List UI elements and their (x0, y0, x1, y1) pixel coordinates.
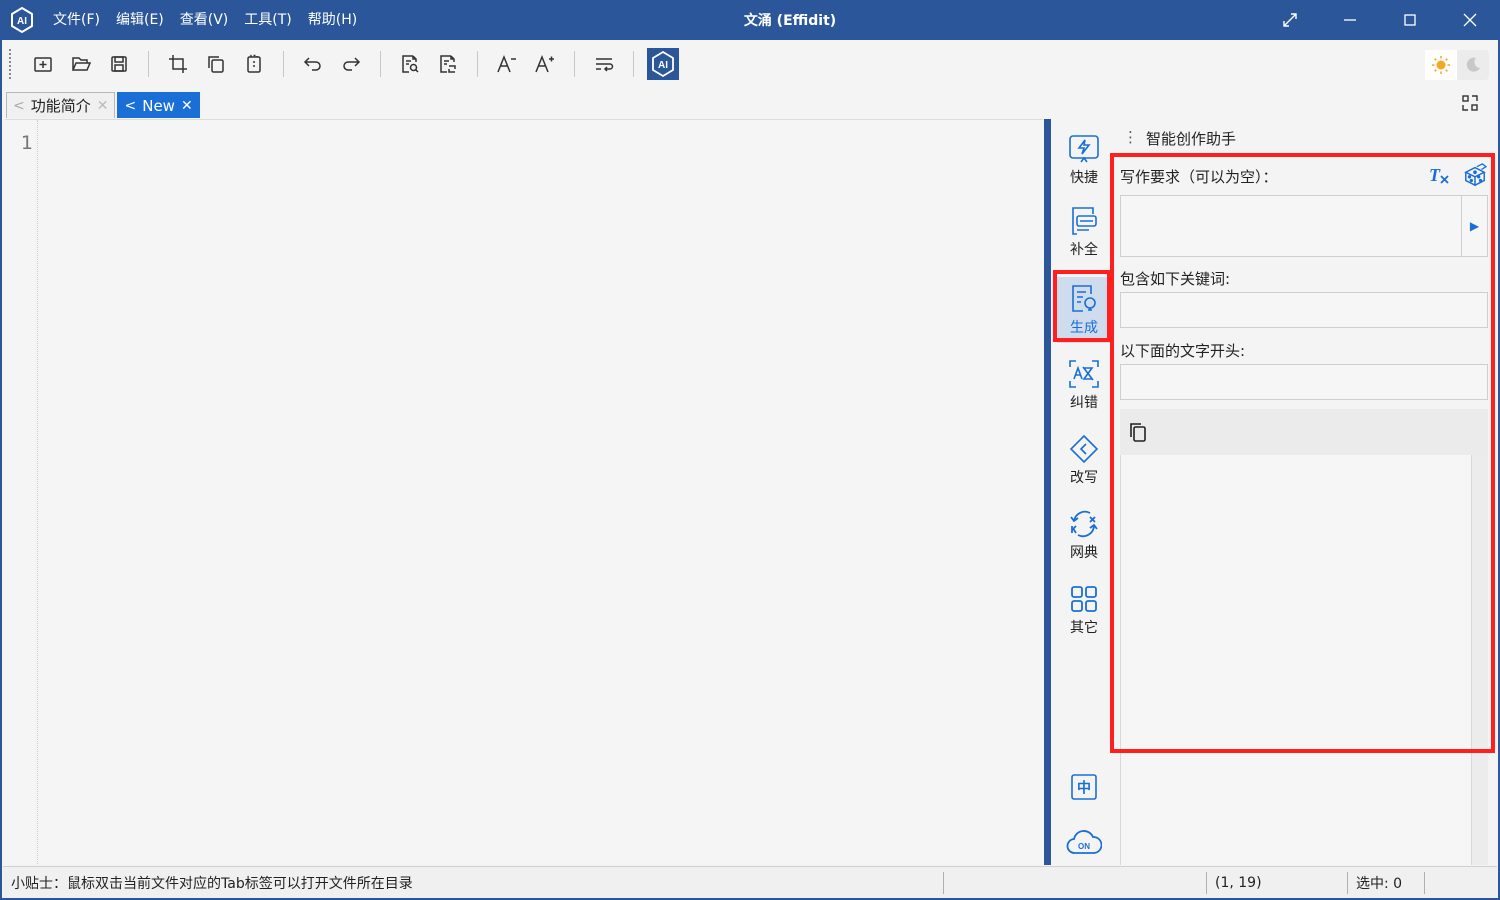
svg-text:AI: AI (658, 60, 668, 71)
nav-label: 改写 (1070, 469, 1098, 486)
feature-sidebar: 快捷 补全 生成 纠错 改写 网典 其它 中 ON (1053, 119, 1115, 865)
font-increase-icon[interactable] (526, 45, 564, 83)
nav-dictionary[interactable]: 网典 (1057, 502, 1111, 568)
theme-toggle[interactable] (1425, 50, 1489, 80)
toolbar-separator (283, 51, 284, 77)
window-controls (1260, 0, 1500, 40)
font-decrease-icon[interactable] (488, 45, 526, 83)
menu-edit[interactable]: 编辑(E) (108, 0, 172, 40)
paste-icon[interactable] (235, 45, 273, 83)
open-folder-icon[interactable] (62, 45, 100, 83)
highlight-box-nav (1053, 270, 1111, 342)
save-icon[interactable] (100, 45, 138, 83)
svg-text:ON: ON (1078, 842, 1090, 851)
app-logo-icon[interactable]: AI (7, 5, 37, 35)
ai-assistant-icon[interactable]: AI (644, 45, 682, 83)
toolbar-grip[interactable] (9, 49, 12, 79)
text-editor[interactable]: 1 (5, 119, 1043, 864)
nav-label: 补全 (1070, 241, 1098, 258)
nav-label: 其它 (1070, 619, 1098, 636)
panel-title-text: 智能创作助手 (1146, 130, 1237, 148)
new-file-icon[interactable] (24, 45, 62, 83)
tab-bar: < 功能简介 ✕ < New ✕ (3, 88, 1497, 118)
highlight-box-panel (1110, 153, 1495, 753)
language-toggle[interactable]: 中 (1057, 764, 1111, 810)
status-empty (944, 872, 1206, 894)
cloud-sync-icon[interactable]: ON (1057, 817, 1111, 867)
status-separator (1424, 871, 1425, 894)
cut-icon[interactable] (159, 45, 197, 83)
status-bar: 小贴士：鼠标双击当前文件对应的Tab标签可以打开文件所在目录 (1, 19) 选… (3, 866, 1497, 898)
replace-icon[interactable] (429, 45, 467, 83)
cursor-position: (1, 19) (1215, 874, 1262, 891)
layout-toggle-icon[interactable] (1459, 92, 1481, 114)
close-tab-icon[interactable]: ✕ (97, 98, 109, 114)
svg-text:AI: AI (17, 16, 27, 27)
title-bar: AI 文件(F) 编辑(E) 查看(V) 工具(T) 帮助(H) 文涌 (Eff… (0, 0, 1500, 40)
tab-intro[interactable]: < 功能简介 ✕ (6, 92, 116, 118)
toolbar: AI (3, 40, 1497, 88)
word-wrap-icon[interactable] (585, 45, 623, 83)
selection-count: 选中: 0 (1356, 875, 1403, 892)
moon-icon[interactable] (1457, 50, 1489, 80)
toolbar-separator (574, 51, 575, 77)
menu-file[interactable]: 文件(F) (45, 0, 108, 40)
tab-new[interactable]: < New ✕ (117, 92, 200, 118)
toolbar-separator (380, 51, 381, 77)
nav-label: 纠错 (1070, 394, 1098, 411)
svg-text:中: 中 (1077, 780, 1091, 797)
status-tip: 小贴士：鼠标双击当前文件对应的Tab标签可以打开文件所在目录 (11, 875, 413, 892)
toolbar-separator (477, 51, 478, 77)
nav-other[interactable]: 其它 (1057, 577, 1111, 643)
menu-bar: 文件(F) 编辑(E) 查看(V) 工具(T) 帮助(H) (45, 0, 365, 40)
redo-icon[interactable] (332, 45, 370, 83)
tab-label: New (142, 96, 175, 115)
menu-help[interactable]: 帮助(H) (300, 0, 365, 40)
close-tab-icon[interactable]: ✕ (181, 98, 193, 114)
more-dots-icon[interactable]: ⋮ (1123, 128, 1138, 149)
find-icon[interactable] (391, 45, 429, 83)
editor-text-area[interactable] (39, 120, 1043, 864)
nav-shortcut[interactable]: 快捷 (1057, 127, 1111, 193)
toolbar-separator (633, 51, 634, 77)
menu-tools[interactable]: 工具(T) (236, 0, 299, 40)
panel-title: ⋮ 智能创作助手 (1123, 128, 1236, 149)
sun-icon[interactable] (1425, 50, 1457, 80)
undo-icon[interactable] (294, 45, 332, 83)
splitter-bar[interactable] (1044, 119, 1051, 865)
nav-complete[interactable]: 补全 (1057, 199, 1111, 265)
nav-label: 快捷 (1070, 169, 1098, 186)
chevron-left-icon: < (13, 97, 25, 114)
minimize-icon[interactable] (1320, 0, 1380, 40)
line-gutter: 1 (5, 120, 38, 864)
nav-rewrite[interactable]: 改写 (1057, 427, 1111, 493)
close-icon[interactable] (1440, 0, 1500, 40)
tab-label: 功能简介 (30, 97, 91, 115)
nav-correct[interactable]: 纠错 (1057, 352, 1111, 418)
nav-label: 网典 (1070, 544, 1098, 561)
copy-icon[interactable] (197, 45, 235, 83)
toolbar-separator (148, 51, 149, 77)
menu-view[interactable]: 查看(V) (172, 0, 237, 40)
fullscreen-icon[interactable] (1260, 0, 1320, 40)
line-number: 1 (20, 132, 33, 154)
chevron-left-icon: < (124, 97, 137, 114)
maximize-icon[interactable] (1380, 0, 1440, 40)
